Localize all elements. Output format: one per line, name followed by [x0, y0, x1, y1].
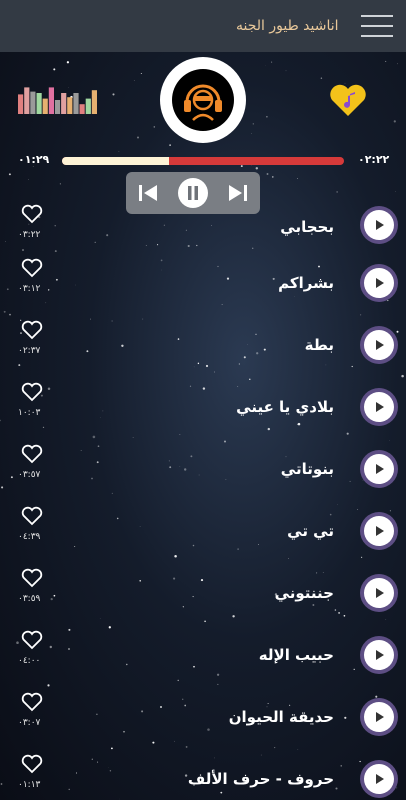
- app-header: اناشيد طيور الجنه: [0, 0, 406, 52]
- equalizer-bar: [61, 93, 67, 114]
- favorite-heart-icon[interactable]: [21, 568, 43, 588]
- play-icon: [376, 402, 384, 412]
- track-row[interactable]: ٠٣:٥٩ جننتوني: [0, 568, 406, 630]
- equalizer-bar: [54, 100, 61, 114]
- track-duration: ٠٣:٠٧: [18, 718, 41, 728]
- elapsed-time: ٠١:٢٩: [18, 153, 50, 166]
- track-title: بنوتاتي: [280, 460, 334, 478]
- track-row[interactable]: ٠٤:٠٠ حبيب الإله: [0, 630, 406, 692]
- play-track-button[interactable]: [364, 578, 394, 608]
- play-track-button[interactable]: [364, 764, 394, 794]
- equalizer-bar: [73, 93, 79, 114]
- track-duration: ٠٣:٥٧: [18, 470, 41, 480]
- equalizer-bar: [67, 97, 73, 114]
- track-row[interactable]: ٠٣:٠٧ حديقة الحيوان: [0, 692, 406, 754]
- play-icon: [376, 712, 384, 722]
- track-title: بحجابي: [280, 218, 334, 236]
- track-duration: ٠٢:٣٧: [18, 346, 41, 356]
- track-title: بطة: [304, 336, 334, 354]
- play-track-button[interactable]: [364, 392, 394, 422]
- equalizer-bar: [79, 104, 85, 114]
- play-icon: [376, 278, 384, 288]
- equalizer-bar: [24, 87, 30, 114]
- equalizer-bar: [48, 87, 54, 114]
- play-track-button[interactable]: [364, 640, 394, 670]
- favorite-heart-icon[interactable]: [21, 382, 43, 402]
- track-title: بلادي يا عيني: [236, 398, 334, 416]
- track-row[interactable]: ٠٣:٥٧ بنوتاتي: [0, 444, 406, 506]
- track-duration: ٠٤:٣٩: [18, 532, 41, 542]
- play-icon: [376, 526, 384, 536]
- progress-bar[interactable]: [62, 157, 344, 165]
- track-duration: ٠٤:٠٠: [18, 656, 41, 666]
- progress-fill: [62, 157, 170, 165]
- track-duration: ٠٣:١٢: [18, 284, 41, 294]
- play-track-button[interactable]: [364, 454, 394, 484]
- track-duration: ٠٣:٥٩: [18, 594, 41, 604]
- track-title: جننتوني: [274, 584, 334, 602]
- favorite-heart-icon[interactable]: [21, 630, 43, 650]
- equalizer-icon: [18, 87, 97, 114]
- play-icon: [376, 220, 384, 230]
- play-icon: [376, 650, 384, 660]
- app-title: اناشيد طيور الجنه: [236, 18, 339, 34]
- headphones-avatar-icon: [184, 84, 222, 121]
- track-title: حروف - حرف الألف: [187, 770, 334, 788]
- track-list[interactable]: ٠٣:٢٢ بحجابي ٠٣:١٢ بشراكم ٠٢:٣٧ بطة ١٠:٠…: [0, 196, 406, 800]
- favorite-heart-icon[interactable]: [21, 320, 43, 340]
- track-duration: ١٠:٠٣: [18, 408, 41, 418]
- track-row[interactable]: ٠٢:٣٧ بطة: [0, 320, 406, 382]
- favorite-heart-icon[interactable]: [21, 692, 43, 712]
- play-track-button[interactable]: [364, 268, 394, 298]
- track-row[interactable]: ٠١:١٣ حروف - حرف الألف: [0, 754, 406, 800]
- track-title: حبيب الإله: [258, 646, 334, 664]
- track-title: تي تي: [287, 522, 334, 540]
- track-row[interactable]: ٠٣:١٢ بشراكم: [0, 258, 406, 320]
- play-icon: [376, 340, 384, 350]
- track-title: بشراكم: [278, 274, 334, 292]
- track-duration: ٠٣:٢٢: [18, 230, 41, 240]
- total-time: ٠٢:٢٢: [358, 153, 390, 166]
- favorites-heart-icon[interactable]: [328, 82, 368, 118]
- favorite-heart-icon[interactable]: [21, 204, 43, 224]
- menu-icon[interactable]: [361, 15, 393, 37]
- track-duration: ٠١:١٣: [18, 780, 41, 790]
- equalizer-bar: [30, 91, 36, 114]
- track-row[interactable]: ١٠:٠٣ بلادي يا عيني: [0, 382, 406, 444]
- play-icon: [376, 464, 384, 474]
- equalizer-bar: [42, 98, 48, 114]
- track-row[interactable]: ٠٤:٣٩ تي تي: [0, 506, 406, 568]
- favorite-heart-icon[interactable]: [21, 258, 43, 278]
- favorite-heart-icon[interactable]: [21, 754, 43, 774]
- play-icon: [376, 774, 384, 784]
- play-icon: [376, 588, 384, 598]
- favorite-heart-icon[interactable]: [21, 506, 43, 526]
- play-track-button[interactable]: [364, 516, 394, 546]
- equalizer-bar: [36, 93, 42, 114]
- equalizer-bar: [18, 94, 24, 114]
- app-logo: [160, 57, 246, 143]
- track-row[interactable]: ٠٣:٢٢ بحجابي: [0, 196, 406, 258]
- equalizer-bar: [85, 98, 91, 114]
- play-track-button[interactable]: [364, 330, 394, 360]
- favorite-heart-icon[interactable]: [21, 444, 43, 464]
- play-track-button[interactable]: [364, 210, 394, 240]
- play-track-button[interactable]: [364, 702, 394, 732]
- equalizer-bar: [91, 90, 97, 114]
- track-title: حديقة الحيوان: [228, 708, 334, 726]
